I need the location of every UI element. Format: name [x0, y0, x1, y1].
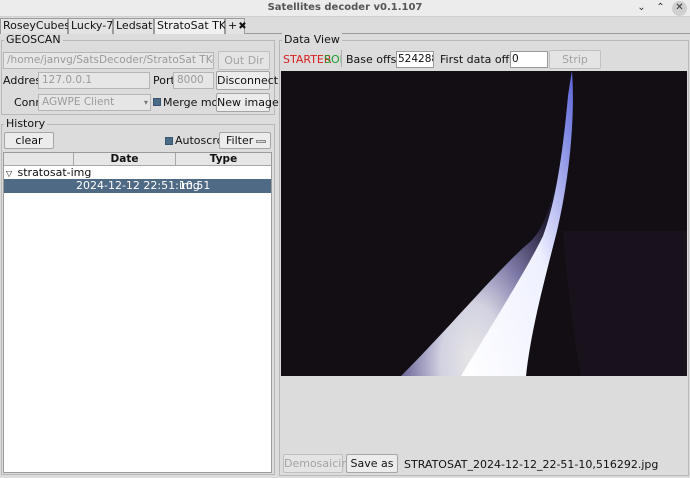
geoscan-title: GEOSCAN [4, 33, 63, 46]
window-title: Satellites decoder v0.1.107 [267, 2, 423, 13]
tab-label: Lucky-7 [71, 19, 114, 32]
row-type: img [179, 179, 200, 192]
out-dir-field[interactable]: /home/janvg/SatsDecoder/StratoSat TK-1 [3, 52, 214, 69]
column-header-date[interactable]: Date [74, 153, 176, 166]
column-header-type[interactable]: Type [176, 153, 271, 166]
tab-add[interactable]: +✖ [225, 18, 247, 34]
table-row[interactable]: 2024-12-12 22:51:10.51 img [4, 179, 271, 193]
base-offset-field[interactable]: 524288 [396, 51, 434, 68]
strip-button[interactable]: Strip [549, 50, 601, 69]
demosaicing-button[interactable]: Demosaicing [283, 454, 355, 473]
filter-label: Filter [226, 134, 254, 147]
tab-roseycubesat[interactable]: RoseyCubesat✖ [0, 18, 90, 34]
add-tab-icon: + [228, 19, 238, 32]
new-image-button[interactable]: New image [216, 93, 279, 112]
merge-mode-checkbox[interactable] [153, 98, 161, 106]
maximize-icon[interactable]: ⌃ [653, 1, 668, 16]
minimize-icon[interactable]: ⌄ [634, 1, 649, 16]
column-header-tree[interactable] [4, 153, 74, 166]
tab-stratosat-tk-1[interactable]: StratoSat TK-1✖ [154, 18, 245, 34]
tab-label: Ledsat [116, 19, 153, 32]
conn-select-value: AGWPE Client [42, 96, 115, 108]
earth-limb-image [281, 71, 687, 376]
first-data-offset-field[interactable]: 0 [510, 51, 548, 68]
menu-indicator-icon [256, 140, 266, 143]
out-dir-button[interactable]: Out Dir [218, 51, 270, 70]
image-filename: STRATOSAT_2024-12-12_22-51-10,516292.jpg [404, 458, 659, 471]
history-title: History [4, 117, 48, 130]
close-icon[interactable]: ✕ [672, 1, 687, 16]
tab-close-icon[interactable]: ✖ [238, 21, 246, 32]
tree-group-row[interactable]: ▽ stratosat-img [4, 166, 271, 180]
decoded-image [281, 71, 687, 376]
tab-lucky-7[interactable]: Lucky-7✖ [68, 18, 123, 34]
address-field[interactable]: 127.0.0.1 [38, 72, 150, 89]
toolbar-separator [341, 50, 342, 67]
disconnect-button[interactable]: Disconnect [216, 71, 278, 90]
tab-bar: RoseyCubesat✖ Lucky-7✖ Ledsat✖ StratoSat… [0, 17, 690, 34]
conn-select[interactable]: AGWPE Client ▾ [38, 94, 151, 111]
chevron-down-icon: ▾ [143, 98, 148, 107]
window-titlebar: Satellites decoder v0.1.107 ⌄ ⌃ ✕ [0, 0, 690, 17]
data-view-title: Data View [282, 33, 342, 46]
autoscroll-checkbox[interactable] [165, 137, 173, 145]
tab-ledsat[interactable]: Ledsat✖ [113, 18, 162, 34]
filter-button[interactable]: Filter [219, 132, 271, 149]
clear-button[interactable]: clear [4, 132, 54, 149]
save-as-button[interactable]: Save as [346, 454, 398, 473]
tree-group-label: stratosat-img [17, 166, 92, 179]
port-field[interactable]: 8000 [173, 72, 214, 89]
history-table[interactable]: Date Type ▽ stratosat-img 2024-12-12 22:… [3, 152, 272, 473]
